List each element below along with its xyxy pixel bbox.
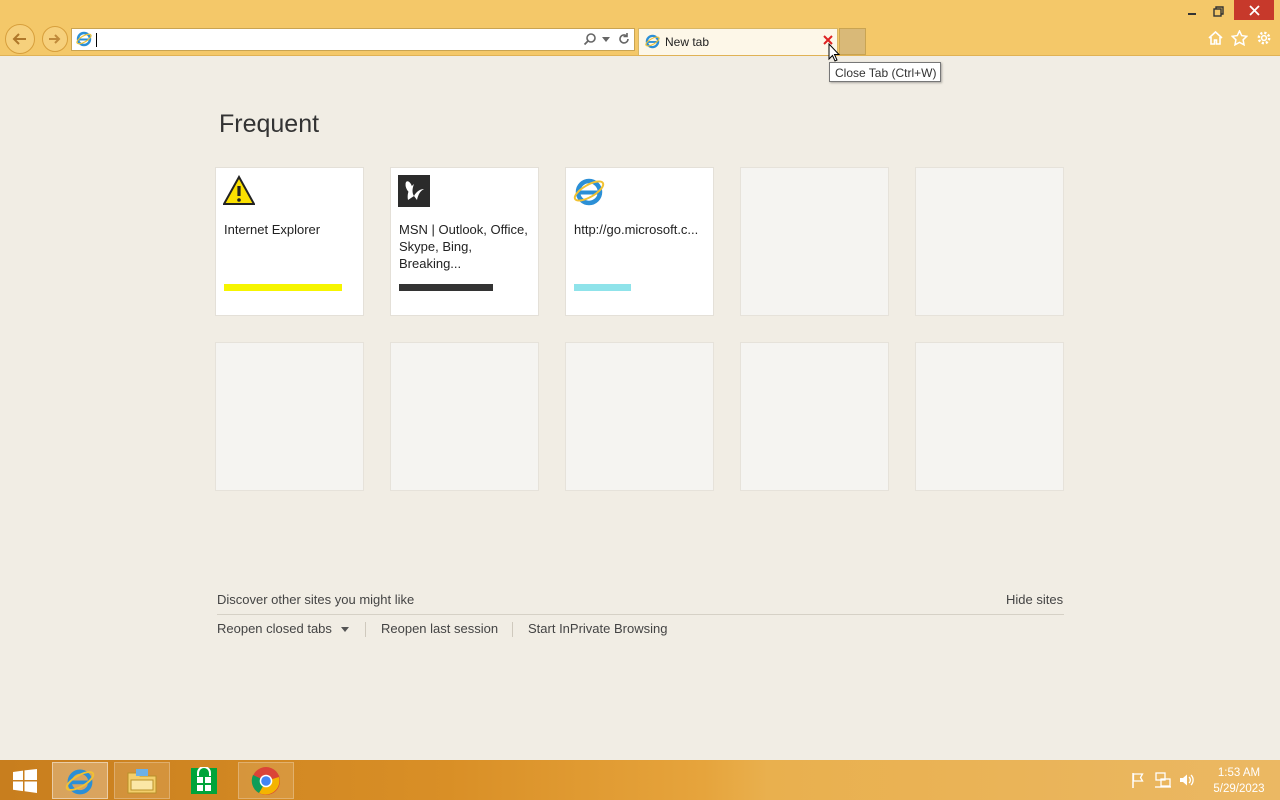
back-arrow-icon bbox=[12, 33, 26, 45]
close-tab-tooltip: Close Tab (Ctrl+W) bbox=[829, 62, 941, 82]
ie-icon bbox=[645, 34, 660, 49]
tile-title: Internet Explorer bbox=[224, 222, 321, 237]
restore-button[interactable] bbox=[1206, 2, 1230, 20]
reopen-closed-tabs-link[interactable]: Reopen closed tabs bbox=[217, 621, 349, 636]
system-clock[interactable]: 1:53 AM 5/29/2023 bbox=[1204, 765, 1274, 797]
file-explorer-icon bbox=[127, 768, 157, 793]
reopen-closed-tabs-label: Reopen closed tabs bbox=[217, 621, 332, 636]
reopen-last-session-link[interactable]: Reopen last session bbox=[381, 621, 498, 636]
separator bbox=[365, 622, 366, 637]
start-icon bbox=[13, 768, 37, 793]
taskbar-internet-explorer[interactable] bbox=[52, 762, 108, 799]
chrome-icon bbox=[251, 766, 280, 795]
chevron-down-icon bbox=[340, 627, 349, 633]
tile-color-bar bbox=[224, 284, 342, 291]
close-window-button[interactable] bbox=[1234, 0, 1274, 20]
forward-arrow-icon bbox=[49, 34, 61, 44]
new-tab-button[interactable] bbox=[839, 28, 866, 55]
minimize-icon bbox=[1188, 13, 1196, 15]
tile-title: http://go.microsoft.c... bbox=[574, 222, 699, 237]
clock-date: 5/29/2023 bbox=[1213, 783, 1265, 795]
start-inprivate-link[interactable]: Start InPrivate Browsing bbox=[528, 621, 667, 636]
empty-tile bbox=[740, 167, 889, 316]
search-icon[interactable] bbox=[583, 32, 597, 46]
ie-icon bbox=[76, 31, 92, 47]
network-icon[interactable] bbox=[1154, 772, 1172, 788]
chevron-down-icon[interactable] bbox=[602, 37, 610, 42]
msn-butterfly-icon bbox=[398, 175, 430, 207]
taskbar-file-explorer[interactable] bbox=[114, 762, 170, 799]
ie-icon bbox=[573, 178, 605, 206]
hide-sites-link[interactable]: Hide sites bbox=[1006, 592, 1063, 607]
tile-title: MSN | Outlook, Office, Skype, Bing, Brea… bbox=[399, 222, 528, 271]
empty-tile bbox=[915, 342, 1064, 491]
warning-icon bbox=[223, 175, 255, 205]
empty-tile bbox=[565, 342, 714, 491]
taskbar-chrome[interactable] bbox=[238, 762, 294, 799]
mouse-cursor-icon bbox=[828, 43, 840, 62]
discover-sites-link[interactable]: Discover other sites you might like bbox=[217, 592, 414, 607]
action-center-flag-icon[interactable] bbox=[1130, 772, 1146, 788]
separator bbox=[512, 622, 513, 637]
tab-title: New tab bbox=[665, 35, 710, 49]
forward-button[interactable] bbox=[42, 26, 68, 52]
frequent-tile-go-microsoft[interactable]: http://go.microsoft.c... bbox=[565, 167, 714, 316]
back-button[interactable] bbox=[5, 24, 35, 54]
frequent-tile-msn[interactable]: MSN | Outlook, Office, Skype, Bing, Brea… bbox=[390, 167, 539, 316]
home-icon[interactable] bbox=[1207, 30, 1224, 46]
address-bar[interactable] bbox=[71, 28, 635, 51]
empty-tile bbox=[740, 342, 889, 491]
refresh-icon[interactable] bbox=[617, 32, 631, 46]
volume-icon[interactable] bbox=[1178, 772, 1194, 788]
frequent-heading: Frequent bbox=[219, 110, 320, 138]
empty-tile bbox=[915, 167, 1064, 316]
clock-time: 1:53 AM bbox=[1217, 767, 1261, 779]
store-icon bbox=[191, 766, 217, 794]
minimize-button[interactable] bbox=[1180, 2, 1204, 20]
close-icon bbox=[1248, 4, 1260, 16]
empty-tile bbox=[215, 342, 364, 491]
taskbar-store[interactable] bbox=[176, 762, 232, 799]
restore-icon bbox=[1212, 5, 1224, 17]
internet-explorer-icon bbox=[65, 769, 95, 794]
text-caret bbox=[96, 33, 97, 47]
divider bbox=[217, 614, 1064, 615]
empty-tile bbox=[390, 342, 539, 491]
frequent-tile-internet-explorer[interactable]: Internet Explorer bbox=[215, 167, 364, 316]
start-button[interactable] bbox=[0, 762, 50, 799]
gear-icon[interactable] bbox=[1256, 30, 1272, 46]
tab-new-tab[interactable]: New tab bbox=[638, 28, 838, 55]
favorites-star-icon[interactable] bbox=[1231, 30, 1248, 46]
tile-color-bar bbox=[399, 284, 493, 291]
tile-color-bar bbox=[574, 284, 631, 291]
